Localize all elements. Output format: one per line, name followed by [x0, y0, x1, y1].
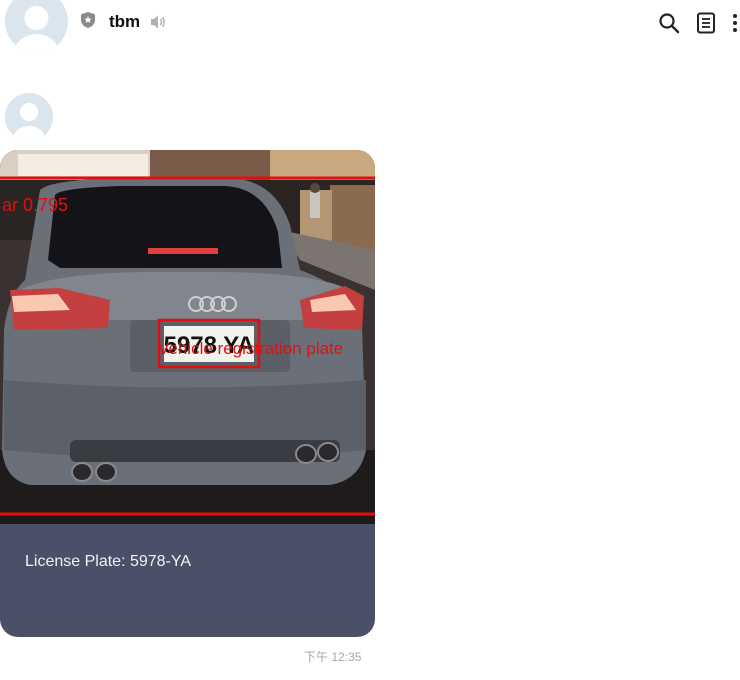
- detection-class-label: Vehicle registration plate: [158, 339, 343, 358]
- notes-icon[interactable]: [696, 12, 716, 34]
- chat-avatar[interactable]: [5, 0, 68, 53]
- user-silhouette-icon: [14, 6, 59, 53]
- message-bubble[interactable]: 5978 YA ar 0.795 Vehicle registration pl…: [0, 150, 375, 637]
- more-vertical-icon[interactable]: [730, 12, 740, 34]
- speaker-icon[interactable]: [149, 14, 167, 30]
- message-caption: License Plate: 5978-YA: [25, 553, 192, 570]
- detection-score-label: ar 0.795: [2, 195, 68, 215]
- message-timestamp: 下午 12:35: [304, 650, 362, 664]
- sender-avatar[interactable]: [5, 93, 53, 141]
- chat-title: tbm: [109, 12, 141, 31]
- user-silhouette-icon: [13, 103, 45, 141]
- detection-result-image[interactable]: 5978 YA ar 0.795 Vehicle registration pl…: [0, 150, 375, 524]
- search-icon[interactable]: [658, 12, 680, 34]
- shield-icon: [81, 12, 95, 28]
